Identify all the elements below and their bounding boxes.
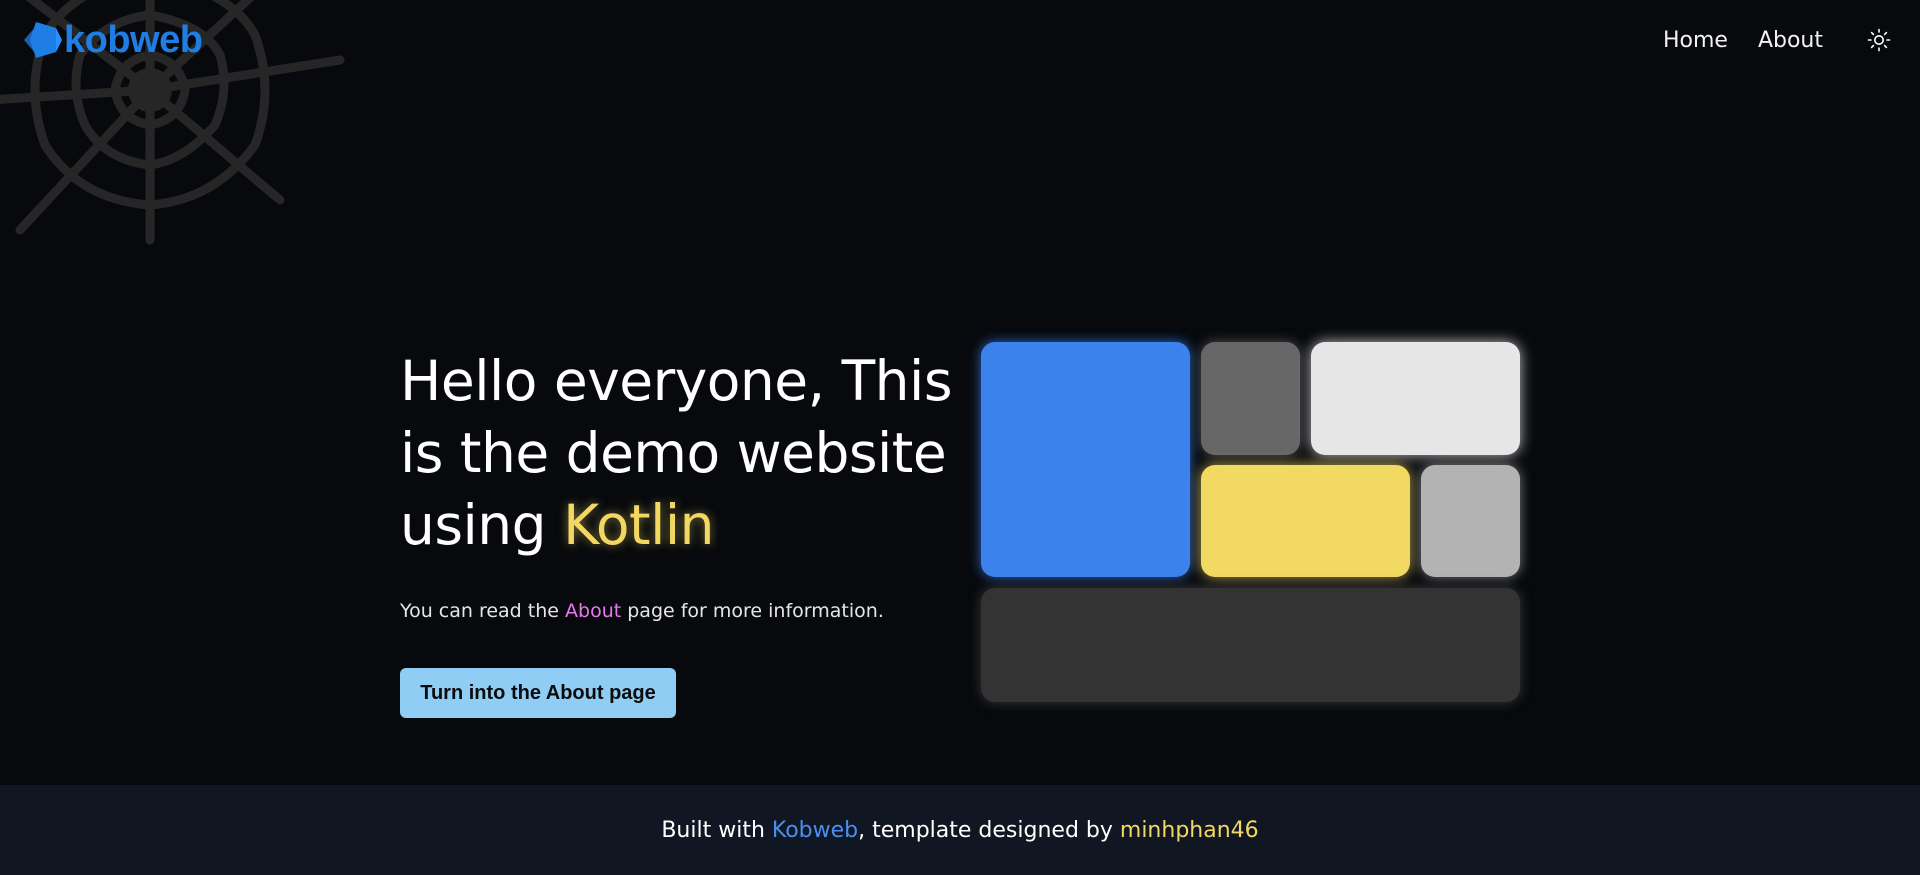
nav-home-link[interactable]: Home bbox=[1663, 28, 1728, 53]
subtext-before: You can read the bbox=[400, 600, 566, 622]
dark-gray-tile bbox=[1201, 342, 1300, 455]
kobweb-link[interactable]: Kobweb bbox=[772, 818, 858, 843]
nav-about-link[interactable]: About bbox=[1758, 28, 1823, 53]
header: kobweb Home About bbox=[0, 0, 1920, 80]
charcoal-tile bbox=[981, 588, 1520, 702]
footer-prefix: Built with bbox=[661, 817, 772, 843]
light-gray-tile bbox=[1421, 465, 1520, 577]
footer-text: Built with Kobweb, template designed by … bbox=[661, 818, 1258, 843]
page: kobweb Home About Hello everyone, This i… bbox=[0, 0, 1920, 875]
footer: Built with Kobweb, template designed by … bbox=[0, 785, 1920, 875]
subtext-after: page for more information. bbox=[621, 600, 884, 622]
logo-text: kobweb bbox=[64, 19, 203, 61]
footer-middle: , template designed by bbox=[858, 817, 1120, 843]
hero-subtext: You can read the About page for more inf… bbox=[400, 600, 884, 622]
kobweb-logo-icon bbox=[24, 22, 62, 58]
blue-tile bbox=[981, 342, 1190, 577]
author-link[interactable]: minhphan46 bbox=[1120, 818, 1259, 843]
about-inline-link[interactable]: About bbox=[565, 600, 621, 622]
sun-icon bbox=[1867, 28, 1891, 52]
logo[interactable]: kobweb bbox=[20, 18, 203, 62]
hero-headline: Hello everyone, This is the demo website… bbox=[400, 345, 960, 561]
kotlin-highlight: Kotlin bbox=[563, 493, 715, 557]
about-page-button[interactable]: Turn into the About page bbox=[400, 668, 676, 718]
white-tile bbox=[1311, 342, 1520, 455]
yellow-tile bbox=[1201, 465, 1410, 577]
theme-toggle-button[interactable] bbox=[1864, 25, 1894, 55]
nav: Home About bbox=[1663, 20, 1920, 60]
